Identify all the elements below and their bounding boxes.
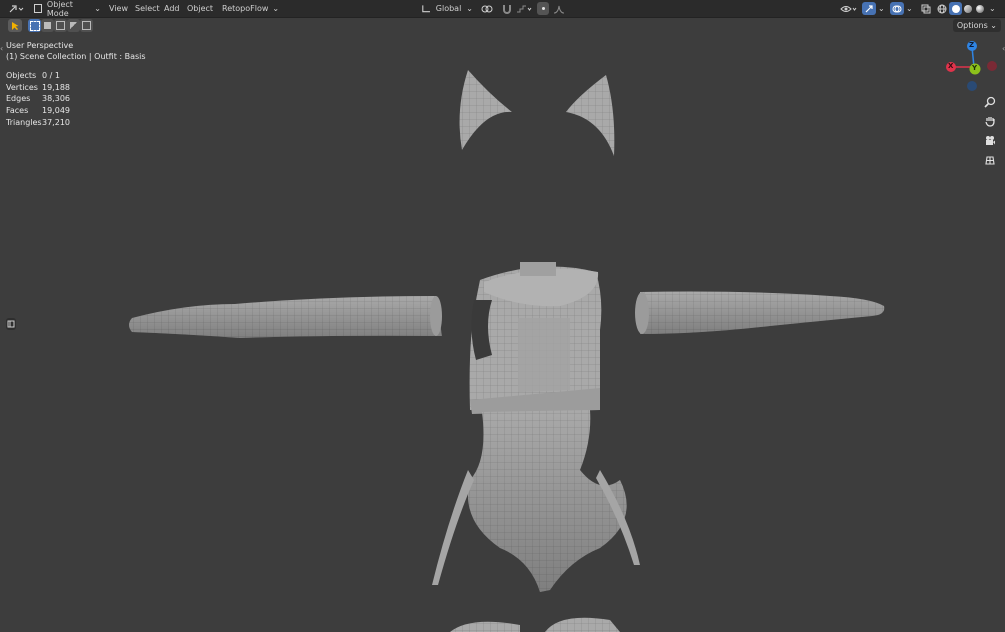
stat-key: Triangles xyxy=(6,117,42,127)
region-expand-arrow-icon[interactable]: ‹ xyxy=(0,44,3,54)
scene-statistics: Objects 0 / 1 Vertices 19,188 Edges 38,306 … xyxy=(6,70,70,129)
stat-key: Faces xyxy=(6,106,29,116)
stat-key: Vertices xyxy=(6,82,38,92)
toolbar-toggle[interactable] xyxy=(6,318,16,330)
mode-label: Object Mode xyxy=(46,0,73,18)
stat-row: Edges 38,306 xyxy=(6,93,70,105)
stat-value: 19,049 xyxy=(42,106,70,116)
falloff-button[interactable] xyxy=(551,2,571,15)
stat-row: Vertices 19,188 xyxy=(6,82,70,94)
gizmo-icon xyxy=(865,4,873,12)
proportional-edit-toggle[interactable] xyxy=(537,2,549,15)
snap-increment-icon xyxy=(517,5,532,12)
chevron-down-icon: ⌄ xyxy=(94,4,101,13)
viewport-info: User Perspective (1) Scene Collection | … xyxy=(6,40,146,62)
visibility-button[interactable] xyxy=(838,2,860,15)
right-ear-mesh xyxy=(566,75,615,156)
editor-type-icon xyxy=(9,4,24,12)
menu-object[interactable]: Object xyxy=(187,2,213,15)
retopoflow-menu[interactable]: RetopoFlow ⌄ xyxy=(219,2,279,15)
camera-view-button[interactable] xyxy=(981,132,999,150)
stat-key: Objects xyxy=(6,71,37,80)
falloff-curve-icon xyxy=(553,5,565,13)
wireframe-sphere-icon xyxy=(937,4,947,13)
stat-key: Edges xyxy=(6,94,31,104)
chevron-down-icon[interactable]: ⌄ xyxy=(878,2,885,15)
hand-pan-icon xyxy=(985,117,995,127)
xray-toggle[interactable] xyxy=(919,2,933,15)
boot-tops-mesh xyxy=(450,617,620,632)
left-ear-mesh xyxy=(459,70,512,150)
ortho-toggle-button[interactable] xyxy=(981,151,999,169)
object-mode-icon xyxy=(34,4,42,13)
stat-value: 19,188 xyxy=(42,82,70,92)
snap-toggle[interactable] xyxy=(500,2,514,15)
material-sphere-icon xyxy=(964,4,972,13)
chevron-down-icon[interactable]: ⌄ xyxy=(989,2,996,15)
collection-label: (1) Scene Collection | Outfit : Basis xyxy=(6,52,146,61)
jacket-mesh xyxy=(469,262,602,414)
toolbar-toggle-icon xyxy=(7,320,15,328)
orientation-icon xyxy=(422,4,430,12)
xray-icon xyxy=(921,4,931,13)
chevron-down-icon: ⌄ xyxy=(272,4,280,13)
perspective-label: User Perspective xyxy=(6,41,74,50)
shading-solid-button[interactable] xyxy=(949,2,962,15)
menu-view[interactable]: View xyxy=(109,2,128,15)
zoom-icon xyxy=(984,96,996,108)
scene-canvas[interactable] xyxy=(0,18,1005,632)
axis-z-label: Z xyxy=(969,41,975,49)
3d-viewport[interactable] xyxy=(0,18,1005,632)
proportional-dot-icon xyxy=(541,7,545,10)
shading-wireframe-button[interactable] xyxy=(936,2,948,15)
menu-add[interactable]: Add xyxy=(164,2,180,15)
stat-row: Faces 19,049 xyxy=(6,105,70,117)
grid-ortho-icon xyxy=(985,156,995,165)
shading-material-button[interactable] xyxy=(962,2,974,15)
orientation-dropdown[interactable]: Global ⌄ xyxy=(421,2,473,15)
axis-x-label: X xyxy=(948,62,954,70)
stat-value: 0 / 1 xyxy=(42,71,60,80)
stat-value: 37,210 xyxy=(42,117,70,127)
pan-button[interactable] xyxy=(981,112,999,130)
editor-type-button[interactable] xyxy=(6,2,26,15)
camera-icon xyxy=(986,136,995,145)
chevron-down-icon[interactable]: ⌄ xyxy=(906,2,913,15)
overlay-icon xyxy=(892,5,902,12)
pivot-button[interactable] xyxy=(478,2,498,15)
orientation-label: Global xyxy=(435,4,462,13)
menu-select[interactable]: Select xyxy=(135,2,160,15)
zoom-button[interactable] xyxy=(981,93,999,111)
magnet-icon xyxy=(503,4,511,14)
shading-rendered-button[interactable] xyxy=(974,2,986,15)
stat-row: Objects 0 / 1 xyxy=(6,70,70,82)
stat-value: 38,306 xyxy=(42,94,70,104)
snap-target-button[interactable] xyxy=(514,2,534,15)
gizmo-toggle[interactable] xyxy=(862,2,876,15)
bodysuit-mesh xyxy=(432,410,640,592)
pivot-icon xyxy=(481,5,493,12)
axis-y-label: Y xyxy=(972,64,978,72)
solid-sphere-icon xyxy=(951,4,960,13)
stat-row: Triangles 37,210 xyxy=(6,117,70,129)
overlay-toggle[interactable] xyxy=(890,2,904,15)
rendered-sphere-icon xyxy=(976,4,984,13)
retopoflow-label: RetopoFlow xyxy=(222,4,269,13)
right-sleeve-mesh xyxy=(635,291,885,334)
mode-dropdown[interactable]: Object Mode ⌄ xyxy=(31,0,101,18)
eye-icon xyxy=(840,5,857,12)
viewport-header: Object Mode ⌄ View Select Add Object Ret… xyxy=(0,0,1005,18)
chevron-down-icon: ⌄ xyxy=(466,4,473,13)
navigation-gizmo[interactable]: Z X Y xyxy=(944,38,1000,94)
left-sleeve-mesh xyxy=(129,296,442,338)
